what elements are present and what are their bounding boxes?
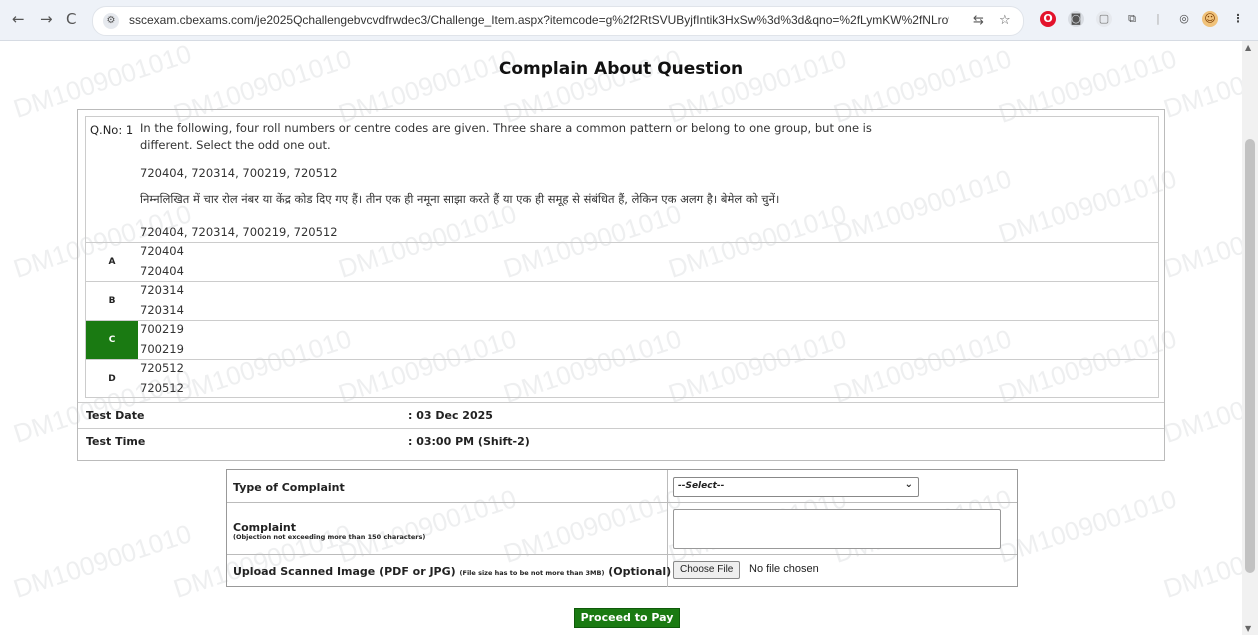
camera-extension-icon[interactable]: ◙: [1068, 11, 1084, 27]
option-row-b: B 720314 720314: [86, 281, 1158, 320]
complaint-text-row: Complaint (Objection not exceeding more …: [227, 502, 1017, 555]
question-panel: Q.No: 1 In the following, four roll numb…: [77, 109, 1165, 461]
browser-toolbar: ← → C ⚙ sscexam.cbexams.com/je2025Qchall…: [0, 0, 1258, 41]
test-time-label: Test Time: [86, 435, 146, 448]
complaint-textarea[interactable]: [673, 509, 1001, 549]
site-info-icon[interactable]: ⚙: [103, 13, 119, 29]
page-title: Complain About Question: [498, 59, 744, 79]
complaint-type-select[interactable]: --Select-- ⌄: [673, 477, 919, 497]
option-letter: D: [108, 374, 116, 384]
scroll-up-icon[interactable]: ▲: [1245, 43, 1251, 52]
reload-icon[interactable]: C: [66, 10, 76, 28]
chevron-down-icon: ⌄: [904, 479, 913, 490]
upload-label-text: Upload Scanned Image (PDF or JPG): [233, 565, 456, 578]
option-text: 720404: [140, 244, 184, 258]
scrollbar-thumb[interactable]: [1245, 139, 1255, 573]
select-value: --Select--: [678, 481, 725, 491]
performance-icon[interactable]: ◎: [1176, 11, 1192, 27]
upload-row: Upload Scanned Image (PDF or JPG) (File …: [227, 554, 1017, 587]
forward-icon[interactable]: →: [40, 10, 53, 28]
question-text-hi: निम्नलिखित में चार रोल नंबर या केंद्र को…: [140, 192, 780, 206]
option-row-a: A 720404 720404: [86, 242, 1158, 281]
option-row-d: D 720512 720512: [86, 359, 1158, 398]
question-values-hi: 720404, 720314, 700219, 720512: [140, 225, 338, 239]
question-text-en: In the following, four roll numbers or c…: [140, 121, 872, 135]
watermark: DM1009001010: [1159, 198, 1242, 284]
question-text-en-cont: different. Select the odd one out.: [140, 138, 331, 152]
watermark: DM1009001010: [9, 518, 195, 604]
translate-icon[interactable]: ⇆: [973, 13, 984, 28]
upload-optional: (Optional): [608, 565, 672, 578]
watermark: DM1009001010: [1159, 363, 1242, 449]
extension-icon[interactable]: ▢: [1096, 11, 1112, 27]
scroll-down-icon[interactable]: ▼: [1245, 624, 1251, 633]
option-text: 720404: [140, 264, 184, 278]
watermark: DM1009001010: [994, 483, 1180, 569]
question-box: Q.No: 1 In the following, four roll numb…: [85, 116, 1159, 398]
option-text: 720314: [140, 283, 184, 297]
test-date-value: : 03 Dec 2025: [408, 409, 493, 422]
profile-avatar-icon[interactable]: ☺: [1202, 11, 1218, 27]
option-row-c: C 700219 700219: [86, 320, 1158, 359]
complaint-hint: (Objection not exceeding more than 150 c…: [233, 533, 426, 541]
option-letter: A: [108, 257, 116, 267]
upload-hint: (File size has to be not more than 3MB): [459, 569, 605, 577]
vertical-scrollbar[interactable]: ▲ ▼: [1242, 41, 1258, 635]
page-content: DM1009001010 DM1009001010 DM1009001010 D…: [0, 41, 1242, 635]
bookmark-star-icon[interactable]: ☆: [999, 13, 1011, 28]
question-values-en: 720404, 720314, 700219, 720512: [140, 166, 338, 180]
question-number: Q.No: 1: [90, 123, 134, 137]
extensions-puzzle-icon[interactable]: ⧉: [1124, 11, 1140, 27]
url-text[interactable]: sscexam.cbexams.com/je2025Qchallengebvcv…: [129, 13, 949, 27]
option-text: 700219: [140, 322, 184, 336]
option-text: 720512: [140, 361, 184, 375]
option-text: 700219: [140, 342, 184, 356]
proceed-to-pay-button[interactable]: Proceed to Pay: [574, 608, 680, 628]
opera-extension-icon[interactable]: O: [1040, 11, 1056, 27]
test-time-value: : 03:00 PM (Shift-2): [408, 435, 530, 448]
watermark: DM1009001010: [1159, 41, 1242, 124]
correct-option-letter: C: [86, 321, 138, 359]
option-text: 720512: [140, 381, 184, 395]
complaint-type-label: Type of Complaint: [233, 481, 345, 494]
toolbar-divider: |: [1156, 12, 1160, 25]
option-letter: B: [108, 296, 116, 306]
address-bar[interactable]: ⚙ sscexam.cbexams.com/je2025Qchallengebv…: [92, 6, 1024, 36]
complaint-form: Type of Complaint --Select-- ⌄ Complaint…: [226, 469, 1018, 587]
back-icon[interactable]: ←: [12, 10, 25, 28]
no-file-text: No file chosen: [749, 563, 819, 575]
test-date-row: Test Date : 03 Dec 2025: [78, 402, 1164, 427]
upload-label: Upload Scanned Image (PDF or JPG) (File …: [233, 565, 671, 578]
option-text: 720314: [140, 303, 184, 317]
browser-menu-icon[interactable]: ⋮: [1230, 11, 1246, 27]
test-date-label: Test Date: [86, 409, 145, 422]
test-time-row: Test Time : 03:00 PM (Shift-2): [78, 428, 1164, 453]
watermark: DM1009001010: [1159, 518, 1242, 604]
complaint-type-row: Type of Complaint --Select-- ⌄: [227, 470, 1017, 502]
choose-file-button[interactable]: Choose File: [673, 561, 741, 579]
